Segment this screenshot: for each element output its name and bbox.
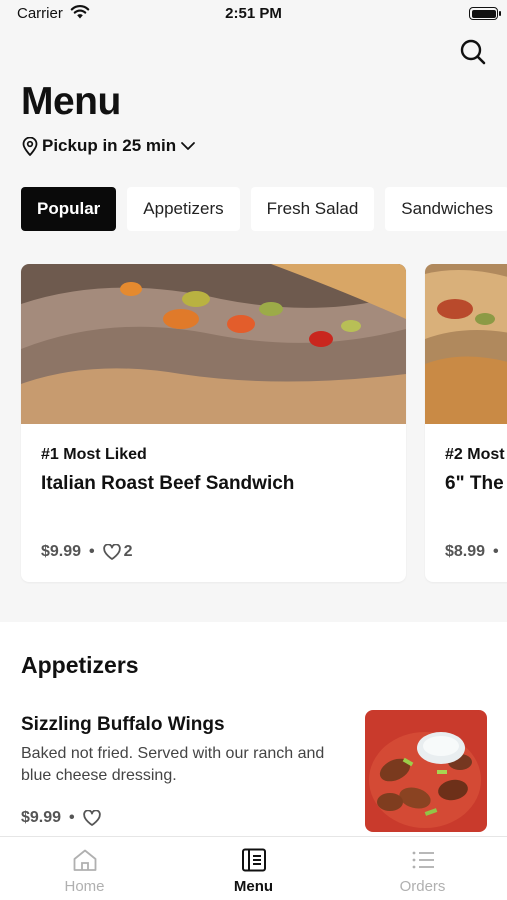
separator-dot: • xyxy=(89,543,95,560)
food-photo-roast-beef-sandwich xyxy=(21,264,406,424)
like-button[interactable]: 2 xyxy=(102,543,133,561)
category-chip-popular[interactable]: Popular xyxy=(21,187,117,231)
tab-label: Orders xyxy=(399,878,446,895)
home-icon xyxy=(73,849,96,871)
card-rank: #1 Most Liked xyxy=(41,446,147,463)
card-meta: $8.99 • xyxy=(445,543,499,561)
tab-label: Home xyxy=(64,878,105,895)
section-title: Appetizers xyxy=(21,652,139,678)
card-price: $9.99 xyxy=(41,543,82,560)
carrier-label: Carrier xyxy=(17,5,63,22)
card-meta: $9.99 • 2 xyxy=(41,543,133,561)
popular-carousel[interactable]: #1 Most Liked Italian Roast Beef Sandwic… xyxy=(0,264,507,586)
like-count: 2 xyxy=(123,543,133,560)
menu-item-name: Sizzling Buffalo Wings xyxy=(21,714,225,735)
list-icon xyxy=(412,851,434,869)
card-item-name: 6" The Italian xyxy=(445,473,507,494)
card-price: $8.99 xyxy=(445,543,486,560)
page-title: Menu xyxy=(21,80,121,123)
status-bar: Carrier 2:51 PM xyxy=(0,0,507,28)
chevron-down-icon xyxy=(181,142,196,150)
tab-home[interactable]: Home xyxy=(0,837,169,900)
food-photo-buffalo-wings xyxy=(365,710,487,832)
category-chip-fresh-salad[interactable]: Fresh Salad xyxy=(250,187,375,231)
category-chip-sandwiches[interactable]: Sandwiches xyxy=(385,187,507,231)
menu-book-icon xyxy=(241,848,266,872)
heart-icon xyxy=(102,544,121,560)
card-rank: #2 Most Liked xyxy=(445,446,507,463)
pickup-label: Pickup in 25 min xyxy=(42,136,177,155)
search-icon[interactable] xyxy=(459,38,487,66)
clock: 2:51 PM xyxy=(225,5,282,22)
menu-item-description: Baked not fried. Served with our ranch a… xyxy=(21,745,325,784)
pickup-selector[interactable]: Pickup in 25 min xyxy=(22,136,196,156)
popular-card[interactable]: #1 Most Liked Italian Roast Beef Sandwic… xyxy=(21,264,406,582)
tab-label: Menu xyxy=(233,878,274,895)
card-item-name: Italian Roast Beef Sandwich xyxy=(41,473,295,494)
heart-icon[interactable] xyxy=(82,810,101,826)
tab-bar: Home Menu Orders xyxy=(0,836,507,900)
wifi-icon xyxy=(70,5,90,19)
separator-dot: • xyxy=(493,543,499,560)
popular-card[interactable]: #2 Most Liked 6" The Italian $8.99 • xyxy=(425,264,507,582)
battery-icon xyxy=(469,7,501,20)
menu-item-meta: $9.99 • xyxy=(21,809,101,827)
category-chip-appetizers[interactable]: Appetizers xyxy=(127,187,240,231)
tab-orders[interactable]: Orders xyxy=(338,837,507,900)
food-photo-italian-sandwich xyxy=(425,264,507,424)
tab-menu[interactable]: Menu xyxy=(169,837,338,900)
menu-item-price: $9.99 xyxy=(21,809,62,826)
location-pin-icon xyxy=(22,136,38,156)
separator-dot: • xyxy=(69,809,75,826)
category-tabs: Popular Appetizers Fresh Salad Sandwiche… xyxy=(21,187,507,231)
